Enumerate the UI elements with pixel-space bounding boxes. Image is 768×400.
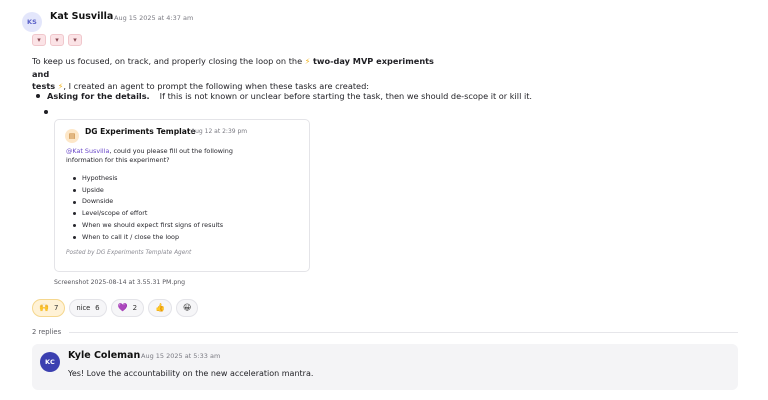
message-author[interactable]: Kat Susvilla (50, 11, 113, 22)
bullet-dot (36, 94, 40, 98)
reaction-thumbs-up[interactable]: 👍 (148, 299, 173, 317)
card-body: @Kat Susvilla, could you please fill out… (66, 147, 266, 165)
message-timestamp[interactable]: Aug 15 2025 at 4:37 am (114, 14, 193, 22)
reactions-bar: 🙌 7 nice 6 💜 2 👍 😀 (32, 299, 199, 317)
list-item: Downside (73, 196, 223, 208)
bullet-text: If this is not known or unclear before s… (159, 91, 533, 101)
list-item: When we should expect first signs of res… (73, 220, 223, 232)
avatar[interactable]: KS (22, 12, 42, 32)
paragraph-text: To keep us focused, on track, and proper… (32, 56, 303, 66)
attachment-caption[interactable]: Screenshot 2025-08-14 at 3.55.31 PM.png (54, 279, 185, 286)
replies-count[interactable]: 2 replies (32, 328, 61, 336)
template-agent-icon: ▤ (65, 129, 79, 143)
card-timestamp: Aug 12 at 2:39 pm (191, 128, 248, 135)
card-body-text: , could you please fill out the followin… (109, 147, 233, 155)
list-item: Level/scope of effort (73, 208, 223, 220)
paragraph-bold: tests (32, 81, 56, 91)
purple-heart-icon: 💜 (117, 303, 128, 312)
reaction-count: 6 (95, 304, 100, 312)
card-body-text: information for this experiment? (66, 156, 170, 164)
reaction-purple-heart[interactable]: 💜 2 (110, 299, 145, 317)
list-item: When to call it / close the loop (73, 232, 223, 244)
basket-icon: ▾ (32, 34, 46, 46)
add-reaction-icon: 😀 (183, 303, 192, 312)
reaction-count: 2 (132, 304, 138, 312)
reply-author[interactable]: Kyle Coleman (68, 350, 140, 361)
mention: @Kat Susvilla (66, 147, 110, 155)
reaction-nice[interactable]: nice 6 (69, 299, 107, 317)
basket-icon: ▾ (50, 34, 64, 46)
message-paragraph: To keep us focused, on track, and proper… (32, 55, 452, 93)
card-list: Hypothesis Upside Downside Level/scope o… (73, 173, 223, 243)
basket-icon: ▾ (68, 34, 82, 46)
card-author: DG Experiments Template (85, 127, 196, 136)
raised-hands-icon: 🙌 (39, 303, 49, 312)
paragraph-text: , I created an agent to prompt the follo… (63, 81, 370, 91)
reply-timestamp[interactable]: Aug 15 2025 at 5:33 am (141, 352, 220, 360)
thumbs-up-icon: 👍 (155, 303, 166, 312)
bullet-item: Asking for the details. If this is not k… (36, 91, 532, 101)
nice-text-icon: nice (76, 303, 91, 312)
inline-emoji-row: ▾ ▾ ▾ (32, 34, 82, 46)
reaction-raised-hands[interactable]: 🙌 7 (32, 299, 66, 317)
reaction-count: 7 (53, 304, 59, 312)
avatar[interactable]: KC (40, 352, 60, 372)
add-reaction-button[interactable]: 😀 (176, 299, 199, 317)
divider (69, 331, 738, 333)
replies-divider: 2 replies (32, 328, 738, 336)
attachment-image[interactable]: ▤ DG Experiments Template Aug 12 at 2:39… (54, 119, 310, 272)
lightning-icon: ⚡ (304, 57, 311, 66)
list-item: Hypothesis (73, 173, 223, 185)
bullet-dot (44, 110, 48, 114)
card-footer: Posted by DG Experiments Template Agent (66, 250, 192, 256)
list-item: Upside (73, 185, 223, 197)
reply-text: Yes! Love the accountability on the new … (68, 369, 314, 378)
bullet-strong: Asking for the details. (47, 91, 150, 101)
